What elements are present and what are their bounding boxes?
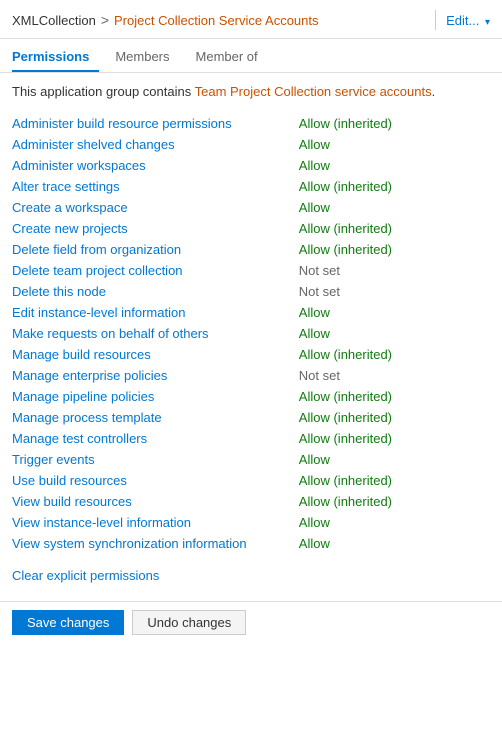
table-row: View system synchronization informationA…	[12, 533, 490, 554]
permission-value: Not set	[299, 260, 490, 281]
info-prefix: This application group contains	[12, 84, 195, 99]
breadcrumb-separator: >	[101, 12, 109, 28]
permission-value: Allow	[299, 134, 490, 155]
permission-name[interactable]: Manage enterprise policies	[12, 365, 299, 386]
clear-permissions-link[interactable]: Clear explicit permissions	[12, 568, 159, 583]
table-row: View build resourcesAllow (inherited)	[12, 491, 490, 512]
permission-value: Allow (inherited)	[299, 386, 490, 407]
header-divider	[435, 10, 436, 30]
permission-name[interactable]: Delete team project collection	[12, 260, 299, 281]
permission-value: Allow	[299, 323, 490, 344]
permission-name[interactable]: View build resources	[12, 491, 299, 512]
permission-value: Not set	[299, 365, 490, 386]
permission-name[interactable]: Delete field from organization	[12, 239, 299, 260]
permission-value: Allow (inherited)	[299, 176, 490, 197]
table-row: Use build resourcesAllow (inherited)	[12, 470, 490, 491]
table-row: Delete this nodeNot set	[12, 281, 490, 302]
table-row: Create a workspaceAllow	[12, 197, 490, 218]
table-row: Manage process templateAllow (inherited)	[12, 407, 490, 428]
permission-value: Allow	[299, 155, 490, 176]
permission-name[interactable]: Manage build resources	[12, 344, 299, 365]
permission-value: Allow (inherited)	[299, 113, 490, 134]
table-row: Trigger eventsAllow	[12, 449, 490, 470]
permission-value: Allow (inherited)	[299, 491, 490, 512]
save-button[interactable]: Save changes	[12, 610, 124, 635]
table-row: Alter trace settingsAllow (inherited)	[12, 176, 490, 197]
info-highlight: Team Project Collection service accounts	[195, 84, 432, 99]
tab-permissions[interactable]: Permissions	[12, 43, 99, 72]
info-suffix: .	[432, 84, 436, 99]
breadcrumb-collection: XMLCollection	[12, 13, 96, 28]
tab-member-of[interactable]: Member of	[196, 43, 268, 72]
tab-members[interactable]: Members	[115, 43, 179, 72]
permission-name[interactable]: Administer shelved changes	[12, 134, 299, 155]
main-content: This application group contains Team Pro…	[0, 73, 502, 593]
permission-value: Allow	[299, 533, 490, 554]
table-row: Manage test controllersAllow (inherited)	[12, 428, 490, 449]
permission-value: Not set	[299, 281, 490, 302]
table-row: Create new projectsAllow (inherited)	[12, 218, 490, 239]
table-row: Manage enterprise policiesNot set	[12, 365, 490, 386]
table-row: View instance-level informationAllow	[12, 512, 490, 533]
breadcrumb-current-page: Project Collection Service Accounts	[114, 13, 318, 28]
dropdown-icon: ▾	[485, 17, 490, 28]
table-row: Make requests on behalf of othersAllow	[12, 323, 490, 344]
page-header: XMLCollection > Project Collection Servi…	[0, 0, 502, 39]
permission-value: Allow	[299, 197, 490, 218]
permission-value: Allow	[299, 302, 490, 323]
permission-value: Allow (inherited)	[299, 218, 490, 239]
permission-value: Allow	[299, 449, 490, 470]
tabs-bar: Permissions Members Member of	[0, 43, 502, 73]
permission-name[interactable]: Manage process template	[12, 407, 299, 428]
permission-name[interactable]: Delete this node	[12, 281, 299, 302]
table-row: Delete team project collectionNot set	[12, 260, 490, 281]
permission-name[interactable]: Use build resources	[12, 470, 299, 491]
table-row: Manage pipeline policiesAllow (inherited…	[12, 386, 490, 407]
permission-value: Allow (inherited)	[299, 239, 490, 260]
permission-name[interactable]: Manage pipeline policies	[12, 386, 299, 407]
breadcrumb: XMLCollection > Project Collection Servi…	[12, 12, 425, 28]
edit-button[interactable]: Edit... ▾	[446, 13, 490, 28]
permission-name[interactable]: Create a workspace	[12, 197, 299, 218]
info-text: This application group contains Team Pro…	[12, 83, 490, 101]
table-row: Delete field from organizationAllow (inh…	[12, 239, 490, 260]
permissions-table: Administer build resource permissionsAll…	[12, 113, 490, 554]
table-row: Administer build resource permissionsAll…	[12, 113, 490, 134]
table-row: Administer shelved changesAllow	[12, 134, 490, 155]
permission-name[interactable]: Alter trace settings	[12, 176, 299, 197]
permission-name[interactable]: Administer workspaces	[12, 155, 299, 176]
permission-name[interactable]: Administer build resource permissions	[12, 113, 299, 134]
permission-value: Allow (inherited)	[299, 428, 490, 449]
permission-value: Allow (inherited)	[299, 470, 490, 491]
undo-button[interactable]: Undo changes	[132, 610, 246, 635]
permission-value: Allow (inherited)	[299, 407, 490, 428]
permission-name[interactable]: Trigger events	[12, 449, 299, 470]
permission-name[interactable]: Manage test controllers	[12, 428, 299, 449]
footer-buttons: Save changes Undo changes	[0, 601, 502, 643]
permission-name[interactable]: View instance-level information	[12, 512, 299, 533]
table-row: Manage build resourcesAllow (inherited)	[12, 344, 490, 365]
permission-name[interactable]: View system synchronization information	[12, 533, 299, 554]
permission-name[interactable]: Create new projects	[12, 218, 299, 239]
permission-name[interactable]: Edit instance-level information	[12, 302, 299, 323]
permission-name[interactable]: Make requests on behalf of others	[12, 323, 299, 344]
table-row: Edit instance-level informationAllow	[12, 302, 490, 323]
permission-value: Allow	[299, 512, 490, 533]
table-row: Administer workspacesAllow	[12, 155, 490, 176]
permission-value: Allow (inherited)	[299, 344, 490, 365]
